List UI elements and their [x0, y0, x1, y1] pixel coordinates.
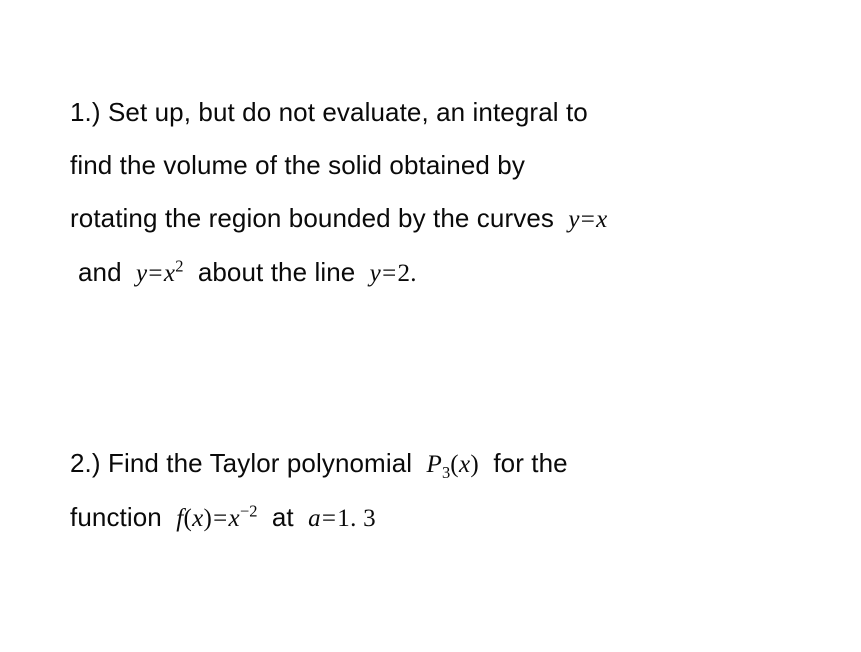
problem-2-line-1-suffix: for the	[493, 448, 568, 478]
problem-1-line-4-prefix: and	[78, 257, 122, 287]
problem-1-line-4-mid: about the line	[197, 257, 356, 287]
math-var-x: x	[228, 505, 240, 532]
equation-taylor-polynomial-p3x: P3(x)	[419, 451, 486, 481]
problem-2-line-2: function f(x)=x−2 at a=1. 3	[0, 491, 861, 545]
problem-1: 1.) Set up, but do not evaluate, an inte…	[0, 86, 861, 300]
problem-2: 2.) Find the Taylor polynomial P3(x) for…	[0, 437, 861, 545]
equation-a-equals-1-3: a=1. 3	[301, 505, 376, 532]
math-paren-close: )	[203, 505, 213, 532]
problem-2-line-1: 2.) Find the Taylor polynomial P3(x) for…	[0, 437, 861, 491]
math-var-y: y	[369, 260, 382, 287]
math-operator-equals: =	[321, 505, 337, 532]
problem-1-line-4: and y=x2 about the line y=2.	[0, 246, 861, 300]
math-var-y: y	[136, 260, 148, 287]
equation-y-equals-x-squared: y=x2	[129, 256, 190, 287]
math-exponent-2: 2	[175, 256, 184, 276]
equation-y-equals-x: y=x	[561, 206, 607, 233]
problem-1-line-2: find the volume of the solid obtained by	[0, 139, 861, 192]
problem-1-line-3: rotating the region bounded by the curve…	[0, 192, 861, 246]
math-var-x: x	[163, 260, 176, 287]
problem-1-line-1-text: 1.) Set up, but do not evaluate, an inte…	[70, 97, 588, 127]
math-exponent-minus-2: −2	[239, 501, 258, 521]
problem-2-line-2-mid: at	[271, 502, 294, 532]
slide-canvas: 1.) Set up, but do not evaluate, an inte…	[0, 0, 861, 652]
math-operator-equals: =	[148, 260, 163, 287]
problem-1-line-2-text: find the volume of the solid obtained by	[70, 150, 525, 180]
math-value-1-3: 1. 3	[337, 505, 376, 532]
math-var-x: x	[458, 451, 471, 478]
math-paren-open: (	[183, 505, 193, 532]
math-operator-equals: =	[580, 206, 596, 233]
math-operator-equals: =	[382, 260, 397, 287]
math-value-2: 2.	[397, 260, 417, 287]
problem-1-line-3-text: rotating the region bounded by the curve…	[70, 203, 554, 233]
math-var-P: P	[426, 451, 443, 478]
math-var-x: x	[192, 505, 204, 532]
math-paren-close: )	[470, 451, 479, 478]
problem-2-line-1-prefix: 2.) Find the Taylor polynomial	[70, 448, 413, 478]
math-var-a: a	[308, 505, 321, 532]
problem-1-line-1: 1.) Set up, but do not evaluate, an inte…	[0, 86, 861, 139]
equation-fx-equals-x-power-minus-2: f(x)=x−2	[169, 501, 264, 532]
math-var-x: x	[596, 206, 608, 233]
math-var-y: y	[568, 206, 580, 233]
math-operator-equals: =	[213, 505, 228, 532]
math-paren-open: (	[450, 451, 459, 478]
equation-y-equals-2: y=2.	[363, 260, 417, 287]
problem-2-line-2-prefix: function	[70, 502, 162, 532]
